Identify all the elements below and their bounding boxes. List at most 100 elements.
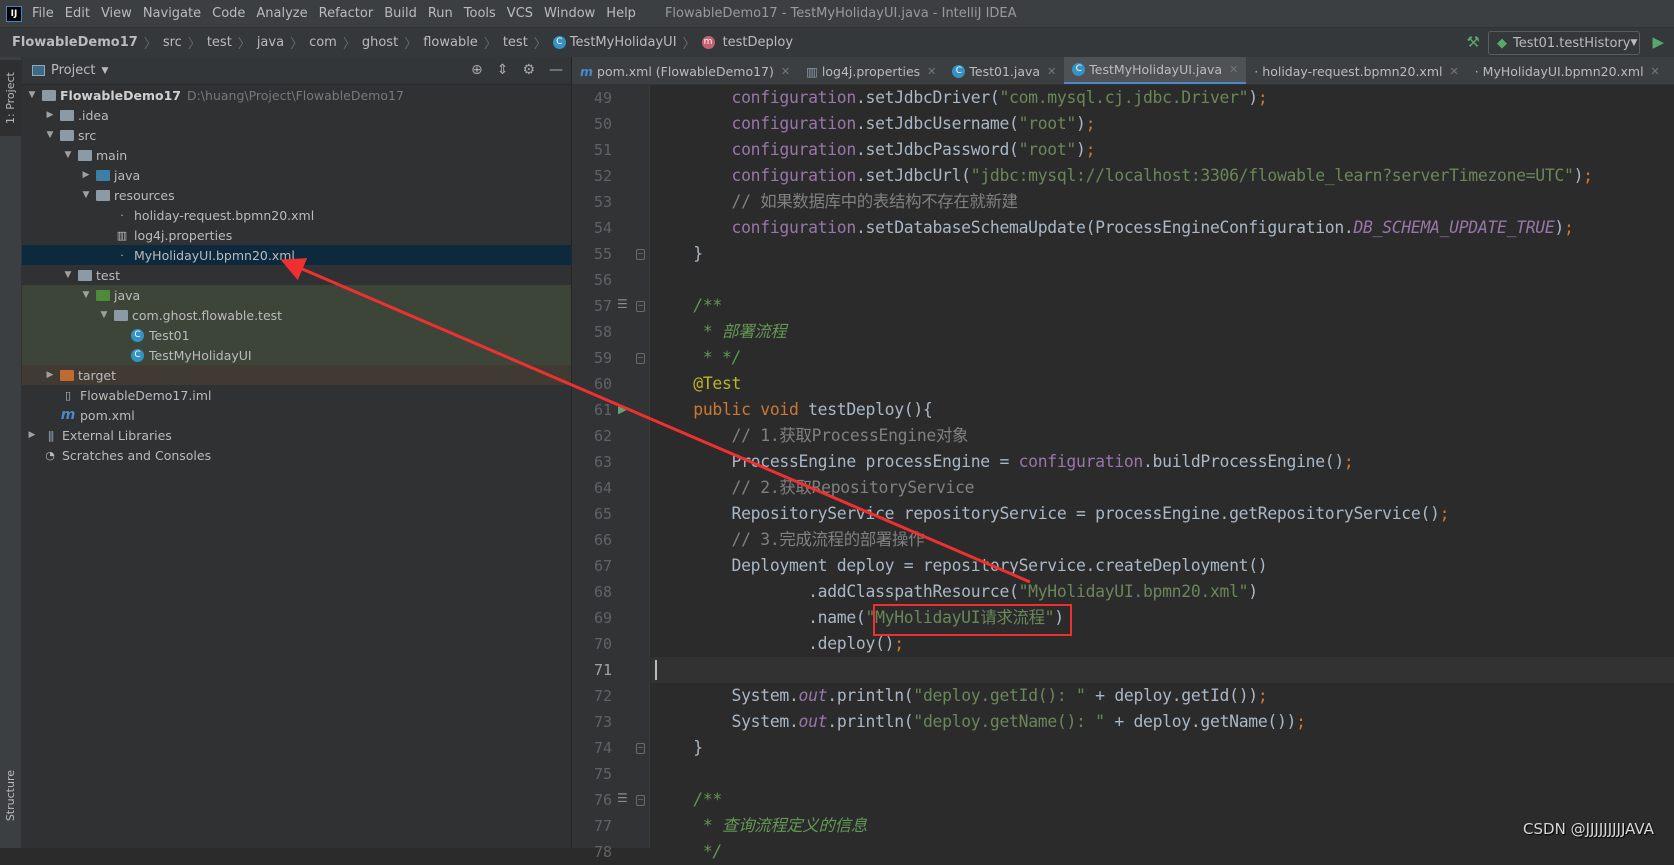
breadcrumb-item[interactable]: FlowableDemo17 [12,35,138,50]
breadcrumb-item[interactable]: src [163,35,182,50]
tab-myholidayui-bpmn20-xml[interactable]: · MyHolidayUI.bpmn20.xml ✕ [1467,57,1668,84]
fold-marker-icon[interactable]: − [636,353,645,364]
code-token: ) [1076,114,1086,133]
project-panel-title[interactable]: Project [51,63,95,78]
code-token: ) [1248,582,1258,601]
tree-item[interactable]: ▼ FlowableDemo17 D:\huang\Project\Flowable… [22,85,571,105]
tab-log4j-properties[interactable]: ▥ log4j.properties ✕ [798,57,944,84]
tree-item[interactable]: ▼ com.ghost.flowable.test [22,305,571,325]
breadcrumb-item[interactable]: test [207,35,232,50]
render-doc-icon[interactable]: ☰ [617,791,628,805]
close-icon[interactable]: ✕ [1047,65,1056,78]
tab-holiday-request-bpmn20-xml[interactable]: · holiday-request.bpmn20.xml ✕ [1246,57,1466,84]
code-token: configuration [731,114,857,133]
line-number: 64 [593,479,612,497]
tree-item[interactable]: ▯ FlowableDemo17.iml [22,385,571,405]
tree-item-path: D:\huang\Project\FlowableDemo17 [186,87,404,103]
tree-item[interactable]: ▥ log4j.properties [22,225,571,245]
expanded-arrow-icon[interactable]: ▼ [62,150,74,160]
run-test-icon[interactable]: ▶ [618,403,626,416]
tree-item[interactable]: ▶ target [22,365,571,385]
expanded-arrow-icon[interactable]: ▼ [80,290,92,300]
fold-marker-icon[interactable]: − [636,249,645,260]
tree-item[interactable]: ▼ test [22,265,571,285]
menu-item-edit[interactable]: Edit [65,6,90,21]
tree-item[interactable]: m pom.xml [22,405,571,425]
tab-label: Test01.java [969,63,1041,79]
fold-marker-icon[interactable]: − [636,743,645,754]
project-tool-button[interactable]: 1: Project [0,60,22,136]
breadcrumb-item[interactable]: TestMyHolidayUI [570,35,677,50]
tree-item[interactable]: ▼ java [22,285,571,305]
menu-item-refactor[interactable]: Refactor [319,6,374,21]
close-icon[interactable]: ✕ [781,65,790,78]
tree-item[interactable]: ▼ src [22,125,571,145]
code-token: "root" [1018,140,1077,159]
breadcrumb-item[interactable]: com [309,35,337,50]
gear-icon[interactable]: ⚙ [522,62,535,78]
code-editor[interactable]: m pom.xml (FlowableDemo17) ✕ ▥ log4j.propert… [572,57,1674,861]
collapsed-arrow-icon[interactable]: ▶ [44,110,56,120]
tree-item[interactable]: · holiday-request.bpmn20.xml [22,205,571,225]
breadcrumb-item[interactable]: java [257,35,284,50]
tree-item[interactable]: ▼ main [22,145,571,165]
tab-pom-xml-flowabledemo17-[interactable]: m pom.xml (FlowableDemo17) ✕ [572,57,798,84]
breadcrumb-item[interactable]: testDeploy [723,35,793,50]
expanded-arrow-icon[interactable]: ▼ [62,270,74,280]
run-play-icon[interactable]: ▶ [1652,33,1664,51]
scratches-icon: ◔ [45,448,55,462]
tree-item[interactable]: · MyHolidayUI.bpmn20.xml [22,245,571,265]
expanded-arrow-icon[interactable]: ▼ [80,190,92,200]
tree-item[interactable]: C TestMyHolidayUI [22,345,571,365]
tree-item[interactable]: ▶ java [22,165,571,185]
close-icon[interactable]: ✕ [1229,63,1238,76]
code-line: } [655,735,703,761]
collapsed-arrow-icon[interactable]: ▶ [80,170,92,180]
tab-sendrej[interactable]: CSendRej [1668,57,1674,84]
fold-marker-icon[interactable]: − [636,795,645,806]
tree-item[interactable]: ▼ resources [22,185,571,205]
menu-item-navigate[interactable]: Navigate [143,6,201,21]
expanded-arrow-icon[interactable]: ▼ [98,310,110,320]
expanded-arrow-icon[interactable]: ▼ [26,90,38,100]
menu-item-tools[interactable]: Tools [464,6,496,21]
close-icon[interactable]: ✕ [1449,65,1458,78]
breadcrumb-item[interactable]: ghost [362,35,398,50]
breadcrumb-item[interactable]: test [503,35,528,50]
folder-icon [60,129,74,141]
run-config-select[interactable]: ◆ Test01.testHistory ▼ [1488,31,1640,55]
tree-item-label: pom.xml [80,407,135,423]
close-icon[interactable]: ✕ [1651,65,1660,78]
breadcrumb-item[interactable]: flowable [423,35,478,50]
tree-item-label: holiday-request.bpmn20.xml [134,207,315,223]
build-hammer-icon[interactable]: ⚒ [1467,33,1480,51]
collapsed-arrow-icon[interactable]: ▶ [26,430,38,440]
fold-marker-icon[interactable]: − [636,301,645,312]
menu-item-code[interactable]: Code [212,6,245,21]
menu-item-file[interactable]: File [32,6,54,21]
menu-item-view[interactable]: View [101,6,132,21]
structure-tool-button[interactable]: Structure [0,770,22,821]
chevron-down-icon[interactable]: ▼ [101,66,108,76]
expanded-arrow-icon[interactable]: ▼ [44,130,56,140]
tab-test01-java[interactable]: C Test01.java ✕ [944,57,1064,84]
tree-item[interactable]: ◔ Scratches and Consoles [22,445,571,465]
menu-item-vcs[interactable]: VCS [507,6,533,21]
tree-item[interactable]: C Test01 [22,325,571,345]
locate-icon[interactable]: ⊕ [471,62,483,78]
line-number: 76 [593,791,612,809]
menu-item-window[interactable]: Window [544,6,595,21]
hide-icon[interactable]: — [549,62,563,78]
tree-item[interactable]: ▶ ||| External Libraries [22,425,571,445]
code-token: "deploy.getId(): " [913,686,1086,705]
close-icon[interactable]: ✕ [927,65,936,78]
tab-testmyholidayui-java[interactable]: C TestMyHolidayUI.java ✕ [1064,57,1247,84]
menu-item-help[interactable]: Help [606,6,636,21]
menu-item-analyze[interactable]: Analyze [256,6,307,21]
collapse-all-icon[interactable]: ⇕ [497,62,509,78]
menu-item-run[interactable]: Run [428,6,453,21]
render-doc-icon[interactable]: ☰ [617,297,628,311]
collapsed-arrow-icon[interactable]: ▶ [44,370,56,380]
menu-item-build[interactable]: Build [384,6,417,21]
tree-item[interactable]: ▶ .idea [22,105,571,125]
